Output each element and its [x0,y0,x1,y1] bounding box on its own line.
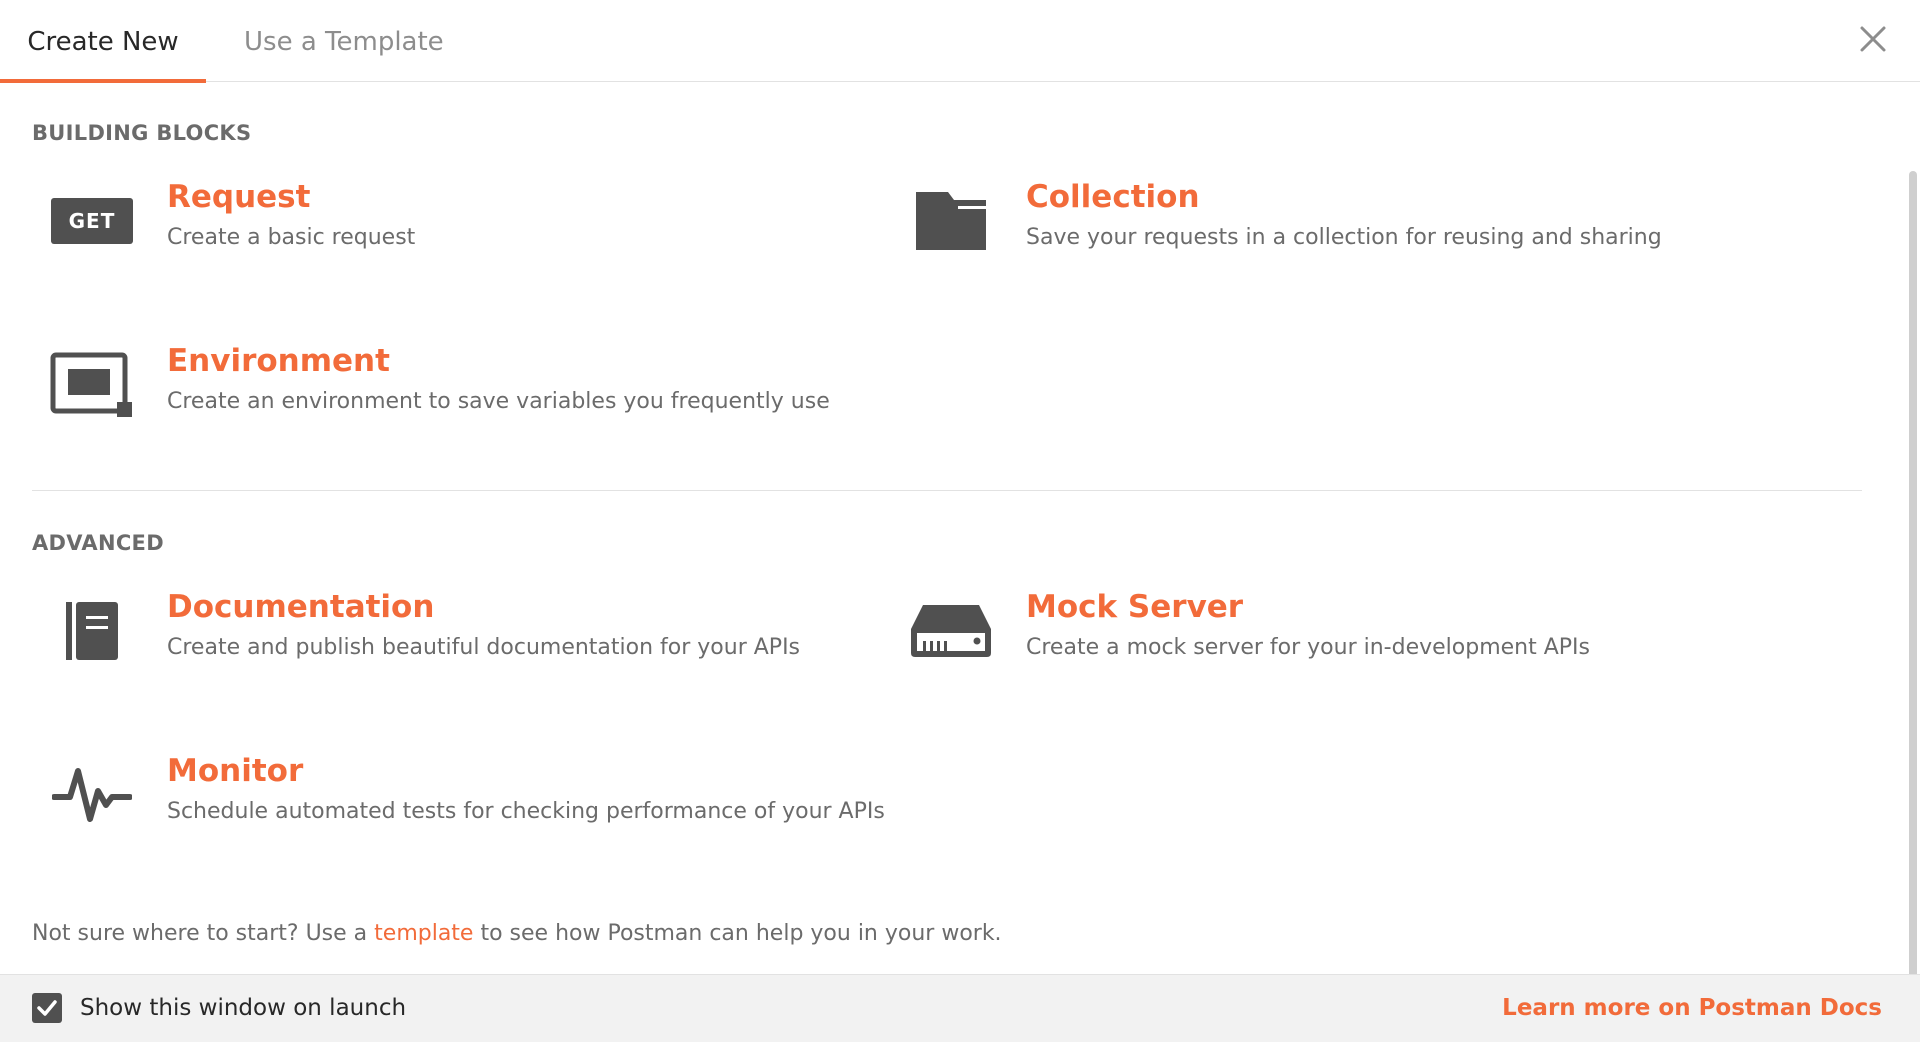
show-on-launch-label: Show this window on launch [80,995,407,1021]
template-hint: Not sure where to start? Use a template … [32,921,1002,946]
check-icon [37,1000,57,1016]
hint-text-before: Not sure where to start? Use a [32,921,375,946]
mock-server-description: Create a mock server for your in-develop… [1026,635,1591,660]
scrollbar-thumb[interactable] [1909,171,1917,1037]
tab-create-new-label: Create New [27,27,179,57]
documentation-item[interactable]: Documentation Create and publish beautif… [32,589,832,709]
show-on-launch-checkbox[interactable] [32,993,62,1023]
monitor-item[interactable]: Monitor Schedule automated tests for che… [32,753,885,873]
tab-use-a-template-label: Use a Template [244,27,444,57]
tab-bar: Create New Use a Template [0,0,1920,83]
request-description: Create a basic request [167,225,416,250]
get-badge-icon: GET [50,179,134,263]
request-title: Request [167,179,311,215]
building-blocks-heading: BUILDING BLOCKS [32,121,252,145]
pulse-icon [50,753,134,837]
collection-title: Collection [1026,179,1200,215]
environment-title: Environment [167,343,390,379]
mock-server-title: Mock Server [1026,589,1244,625]
get-badge: GET [51,198,133,244]
request-item[interactable]: GET Request Create a basic request [32,179,832,299]
environment-item[interactable]: Environment Create an environment to sav… [32,343,832,463]
create-new-panel: BUILDING BLOCKS GET Request Create a bas… [0,83,1920,1037]
collection-item[interactable]: Collection Save your requests in a colle… [891,179,1691,299]
server-icon [909,589,993,673]
close-icon[interactable] [1858,24,1888,54]
template-link[interactable]: template [374,921,473,946]
mock-server-item[interactable]: Mock Server Create a mock server for you… [891,589,1691,709]
environment-icon [50,343,134,427]
documentation-icon [50,589,134,673]
documentation-title: Documentation [167,589,435,625]
monitor-title: Monitor [167,753,304,789]
section-divider [32,490,1862,491]
postman-docs-link[interactable]: Learn more on Postman Docs [1502,995,1882,1021]
scrollbar[interactable] [1906,171,1920,1037]
documentation-description: Create and publish beautiful documentati… [167,635,801,660]
environment-description: Create an environment to save variables … [167,389,830,414]
footer: Show this window on launch Learn more on… [0,974,1920,1042]
collection-description: Save your requests in a collection for r… [1026,225,1662,250]
tab-use-a-template[interactable]: Use a Template [244,0,444,82]
advanced-heading: ADVANCED [32,531,164,555]
folder-icon [909,179,993,263]
hint-text-after: to see how Postman can help you in your … [473,921,1002,946]
tab-create-new[interactable]: Create New [0,0,206,83]
monitor-description: Schedule automated tests for checking pe… [167,799,885,824]
